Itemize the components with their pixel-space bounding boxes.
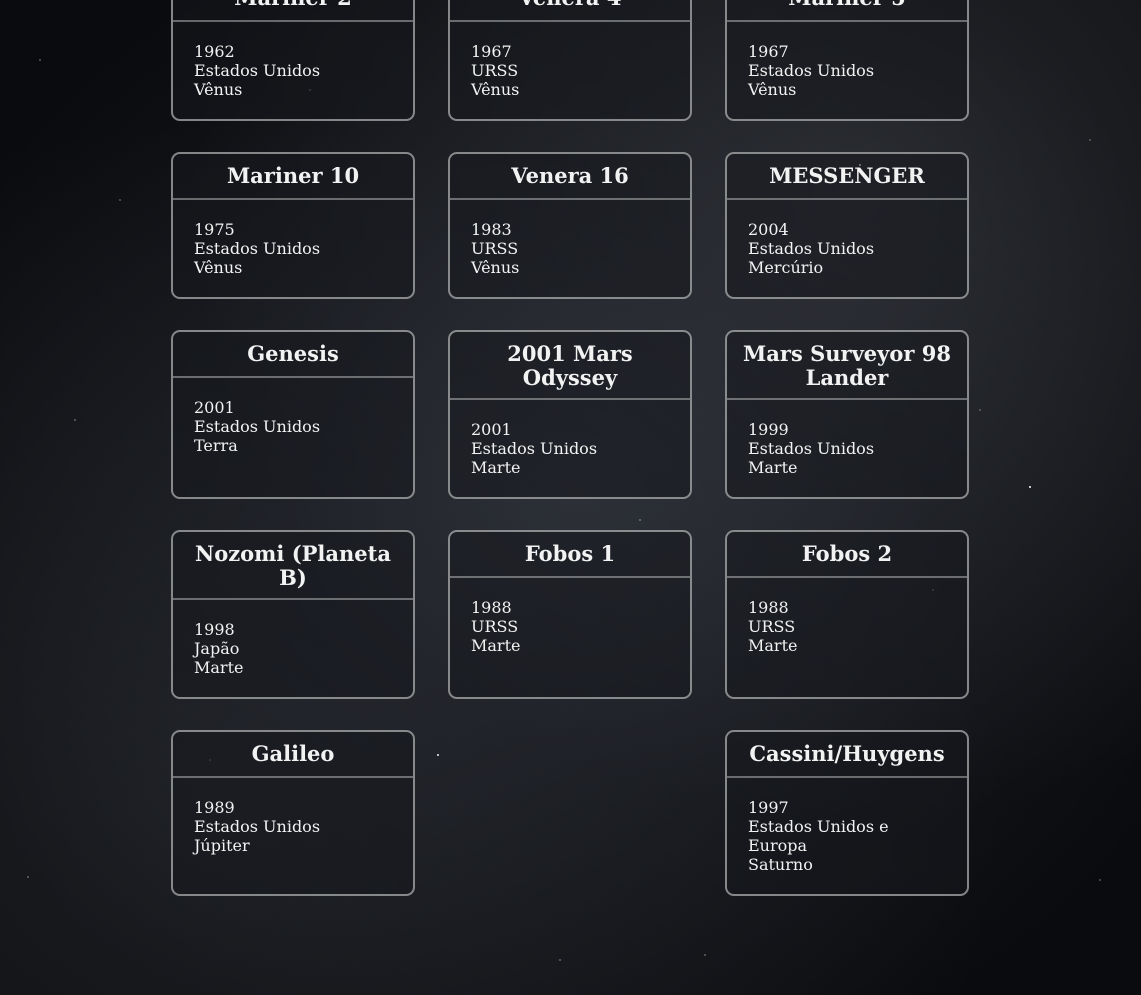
mission-name: Fobos 2 (727, 532, 967, 578)
mission-card: Mariner 10 1975 Estados Unidos Vênus (171, 152, 415, 299)
mission-details: 1962 Estados Unidos Vênus (173, 22, 413, 119)
mission-name: Nozomi (Planeta B) (173, 532, 413, 600)
mission-country: Estados Unidos e Europa (748, 817, 889, 855)
mission-year: 2001 (194, 398, 235, 417)
mission-name: Cassini/Huygens (727, 732, 967, 778)
mission-country: Estados Unidos (748, 61, 875, 80)
mission-details: 1998 Japão Marte (173, 600, 413, 697)
mission-country: URSS (748, 617, 796, 636)
mission-card: Fobos 2 1988 URSS Marte (725, 530, 969, 699)
mission-target: Marte (471, 458, 521, 477)
mission-card: Mariner 5 1967 Estados Unidos Vênus (725, 0, 969, 121)
mission-year: 1983 (471, 220, 512, 239)
mission-details: 1989 Estados Unidos Júpiter (173, 778, 413, 894)
mission-details: 1999 Estados Unidos Marte (727, 400, 967, 497)
mission-target: Marte (748, 458, 798, 477)
mission-card: Galileo 1989 Estados Unidos Júpiter (171, 730, 415, 896)
mission-details: 1983 URSS Vênus (450, 200, 690, 297)
mission-card: Cassini/Huygens 1997 Estados Unidos e Eu… (725, 730, 969, 896)
mission-year: 1998 (194, 620, 235, 639)
mission-year: 1999 (748, 420, 789, 439)
mission-card: Genesis 2001 Estados Unidos Terra (171, 330, 415, 499)
mission-target: Marte (471, 636, 521, 655)
mission-details: 1967 Estados Unidos Vênus (727, 22, 967, 119)
mission-year: 2004 (748, 220, 789, 239)
mission-country: Estados Unidos (471, 439, 598, 458)
mission-year: 1997 (748, 798, 789, 817)
mission-details: 2004 Estados Unidos Mercúrio (727, 200, 967, 297)
mission-year: 1967 (471, 42, 512, 61)
mission-card: 2001 Mars Odyssey 2001 Estados Unidos Ma… (448, 330, 692, 499)
mission-country: URSS (471, 617, 519, 636)
mission-target: Terra (194, 436, 238, 455)
mission-details: 1975 Estados Unidos Vênus (173, 200, 413, 297)
mission-country: Estados Unidos (748, 239, 875, 258)
mission-card: MESSENGER 2004 Estados Unidos Mercúrio (725, 152, 969, 299)
mission-target: Mercúrio (748, 258, 824, 277)
mission-name: Genesis (173, 332, 413, 378)
mission-card: Fobos 1 1988 URSS Marte (448, 530, 692, 699)
mission-details: 1997 Estados Unidos e Europa Saturno (727, 778, 967, 894)
mission-year: 1967 (748, 42, 789, 61)
mission-card: Mars Surveyor 98 Lander 1999 Estados Uni… (725, 330, 969, 499)
mission-name: Fobos 1 (450, 532, 690, 578)
mission-country: URSS (471, 61, 519, 80)
mission-target: Vênus (194, 258, 243, 277)
mission-target: Marte (748, 636, 798, 655)
mission-target: Vênus (194, 80, 243, 99)
mission-details: 2001 Estados Unidos Marte (450, 400, 690, 497)
mission-name: Galileo (173, 732, 413, 778)
mission-country: Estados Unidos (194, 817, 321, 836)
mission-card: Nozomi (Planeta B) 1998 Japão Marte (171, 530, 415, 699)
mission-year: 1988 (471, 598, 512, 617)
mission-country: Estados Unidos (194, 417, 321, 436)
empty-grid-cell (448, 730, 692, 896)
mission-target: Saturno (748, 855, 813, 874)
mission-card: Venera 16 1983 URSS Vênus (448, 152, 692, 299)
mission-name: MESSENGER (727, 154, 967, 200)
mission-details: 1988 URSS Marte (727, 578, 967, 697)
mission-card: Venera 4 1967 URSS Vênus (448, 0, 692, 121)
mission-name: Mariner 5 (727, 0, 967, 22)
mission-details: 1988 URSS Marte (450, 578, 690, 697)
mission-country: Estados Unidos (748, 439, 875, 458)
mission-card-grid: Mariner 2 1962 Estados Unidos Vênus Vene… (171, 0, 970, 896)
mission-year: 1975 (194, 220, 235, 239)
mission-name: Mariner 10 (173, 154, 413, 200)
mission-target: Júpiter (194, 836, 250, 855)
mission-target: Vênus (471, 80, 520, 99)
mission-details: 1967 URSS Vênus (450, 22, 690, 119)
mission-details: 2001 Estados Unidos Terra (173, 378, 413, 497)
mission-target: Marte (194, 658, 244, 677)
mission-card: Mariner 2 1962 Estados Unidos Vênus (171, 0, 415, 121)
mission-country: Estados Unidos (194, 239, 321, 258)
mission-target: Vênus (748, 80, 797, 99)
mission-name: Mars Surveyor 98 Lander (727, 332, 967, 400)
mission-country: URSS (471, 239, 519, 258)
mission-country: Japão (194, 639, 240, 658)
mission-name: Venera 4 (450, 0, 690, 22)
mission-name: Venera 16 (450, 154, 690, 200)
mission-year: 2001 (471, 420, 512, 439)
mission-year: 1962 (194, 42, 235, 61)
mission-year: 1989 (194, 798, 235, 817)
mission-name: 2001 Mars Odyssey (450, 332, 690, 400)
mission-year: 1988 (748, 598, 789, 617)
mission-target: Vênus (471, 258, 520, 277)
mission-country: Estados Unidos (194, 61, 321, 80)
mission-name: Mariner 2 (173, 0, 413, 22)
